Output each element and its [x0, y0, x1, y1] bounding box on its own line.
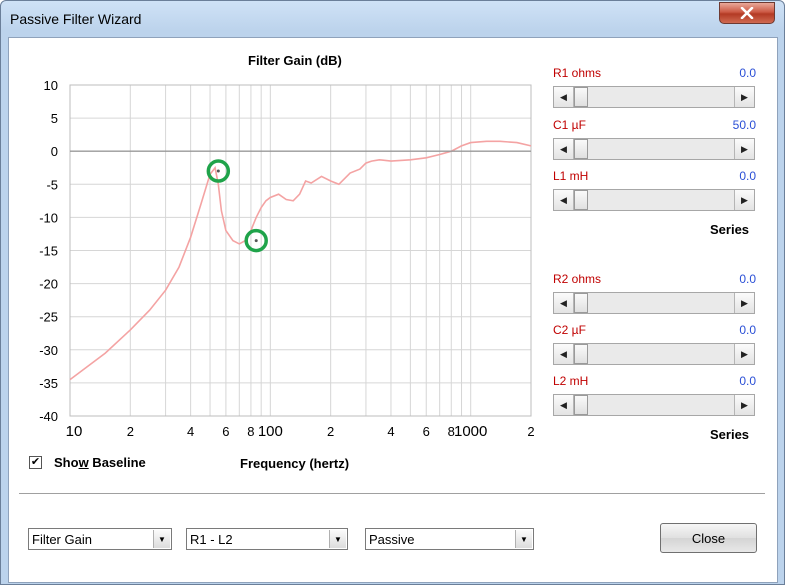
- filter-type-combo-value: Passive: [369, 532, 415, 547]
- slider-thumb[interactable]: [574, 190, 588, 210]
- slider-value: 0.0: [739, 66, 756, 80]
- y-tick-label: 10: [44, 78, 58, 93]
- x-tick-label: 6: [222, 424, 229, 439]
- filter-type-combo[interactable]: Passive ▼: [365, 528, 534, 550]
- x-axis-label: Frequency (hertz): [240, 456, 350, 471]
- slider-label: C2 µF: [553, 323, 586, 337]
- slider-scrollbar[interactable]: ◀ ▶: [553, 394, 755, 416]
- view-combo-value: Filter Gain: [32, 532, 92, 547]
- slider-label: L1 mH: [553, 169, 589, 183]
- x-tick-label: 6: [423, 424, 430, 439]
- y-tick-label: 0: [51, 144, 58, 159]
- slider-label: C1 µF: [553, 118, 586, 132]
- x-tick-label: 2: [527, 424, 534, 439]
- y-tick-label: -5: [46, 177, 58, 192]
- series-label-2: Series: [710, 427, 750, 442]
- slider-value: 0.0: [739, 169, 756, 183]
- y-tick-label: -10: [39, 210, 58, 225]
- dropdown-arrow-icon[interactable]: ▼: [153, 530, 170, 548]
- dropdown-arrow-icon[interactable]: ▼: [329, 530, 346, 548]
- slider-thumb[interactable]: [574, 87, 588, 107]
- scroll-right-arrow-icon[interactable]: ▶: [734, 87, 754, 107]
- scroll-left-arrow-icon[interactable]: ◀: [554, 190, 574, 210]
- x-tick-label: 100: [258, 423, 283, 440]
- y-tick-label: -40: [39, 409, 58, 424]
- slider-thumb[interactable]: [574, 139, 588, 159]
- scroll-right-arrow-icon[interactable]: ▶: [734, 344, 754, 364]
- x-tick-label: 8: [247, 424, 254, 439]
- slider-value: 0.0: [739, 272, 756, 286]
- x-tick-label: 1000: [454, 423, 487, 440]
- separator-line: [19, 493, 765, 495]
- show-baseline-checkbox[interactable]: ✔: [29, 456, 42, 469]
- slider-label: R1 ohms: [553, 66, 602, 80]
- slider-scrollbar[interactable]: ◀ ▶: [553, 292, 755, 314]
- slider-scrollbar[interactable]: ◀ ▶: [553, 86, 755, 108]
- component-combo-value: R1 - L2: [190, 532, 233, 547]
- y-tick-label: -30: [39, 343, 58, 358]
- slider-thumb[interactable]: [574, 395, 588, 415]
- marker-dot: [216, 169, 220, 173]
- scroll-left-arrow-icon[interactable]: ◀: [554, 395, 574, 415]
- series-label-1: Series: [710, 222, 750, 237]
- view-combo[interactable]: Filter Gain ▼: [28, 528, 172, 550]
- scroll-right-arrow-icon[interactable]: ▶: [734, 395, 754, 415]
- slider-label: R2 ohms: [553, 272, 602, 286]
- show-baseline-label-part2: Baseline: [88, 455, 146, 470]
- y-tick-label: -15: [39, 244, 58, 259]
- component-combo[interactable]: R1 - L2 ▼: [186, 528, 348, 550]
- show-baseline-label-accel: w: [78, 455, 89, 470]
- slider-scrollbar[interactable]: ◀ ▶: [553, 138, 755, 160]
- slider-scrollbar[interactable]: ◀ ▶: [553, 189, 755, 211]
- marker-dot: [254, 239, 258, 243]
- close-button[interactable]: Close: [660, 523, 757, 553]
- x-tick-label: 4: [387, 424, 394, 439]
- scroll-left-arrow-icon[interactable]: ◀: [554, 293, 574, 313]
- scroll-left-arrow-icon[interactable]: ◀: [554, 87, 574, 107]
- slider-value: 0.0: [739, 374, 756, 388]
- slider-label: L2 mH: [553, 374, 589, 388]
- slider-thumb[interactable]: [574, 344, 588, 364]
- y-tick-label: -35: [39, 376, 58, 391]
- chart-grid: [69, 84, 532, 417]
- y-tick-label: -20: [39, 277, 58, 292]
- x-tick-label: 10: [66, 423, 83, 440]
- show-baseline-label[interactable]: Show Baseline: [54, 455, 146, 470]
- slider-scrollbar[interactable]: ◀ ▶: [553, 343, 755, 365]
- show-baseline-label-part1: Sho: [54, 455, 79, 470]
- dropdown-arrow-icon[interactable]: ▼: [515, 530, 532, 548]
- scroll-right-arrow-icon[interactable]: ▶: [734, 293, 754, 313]
- x-tick-label: 2: [327, 424, 334, 439]
- x-tick-label: 4: [187, 424, 194, 439]
- slider-value: 0.0: [739, 323, 756, 337]
- scroll-right-arrow-icon[interactable]: ▶: [734, 190, 754, 210]
- y-tick-label: 5: [51, 111, 58, 126]
- y-tick-label: -25: [39, 310, 58, 325]
- scroll-left-arrow-icon[interactable]: ◀: [554, 344, 574, 364]
- slider-thumb[interactable]: [574, 293, 588, 313]
- x-tick-label: 2: [127, 424, 134, 439]
- checkmark-icon: ✔: [30, 456, 41, 468]
- slider-value: 50.0: [732, 118, 756, 132]
- scroll-left-arrow-icon[interactable]: ◀: [554, 139, 574, 159]
- scroll-right-arrow-icon[interactable]: ▶: [734, 139, 754, 159]
